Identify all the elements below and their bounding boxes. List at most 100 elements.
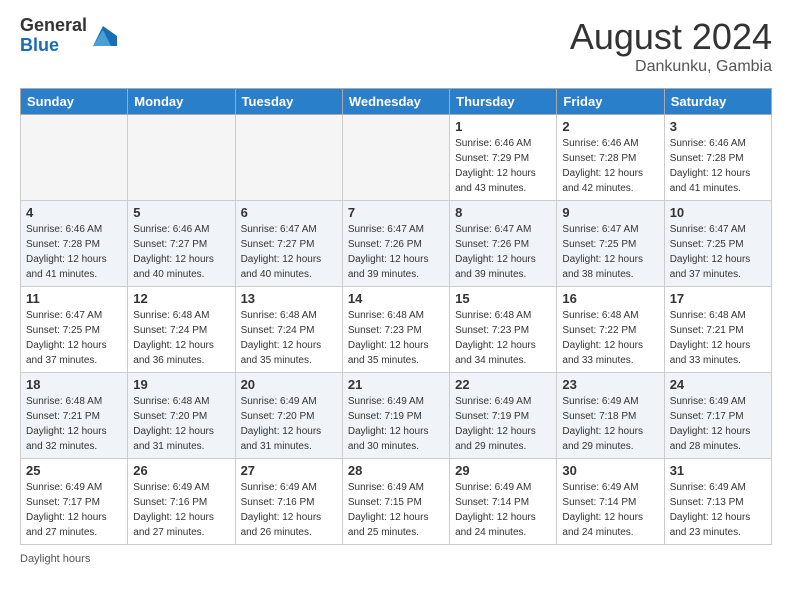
day-info: Sunrise: 6:47 AMSunset: 7:27 PMDaylight:… [241, 222, 337, 282]
calendar-week-4: 18 Sunrise: 6:48 AMSunset: 7:21 PMDayligh… [21, 373, 772, 459]
calendar-week-5: 25 Sunrise: 6:49 AMSunset: 7:17 PMDayligh… [21, 459, 772, 545]
day-info: Sunrise: 6:49 AMSunset: 7:17 PMDaylight:… [670, 394, 766, 454]
month-title: August 2024 [570, 16, 772, 58]
logo-blue: Blue [20, 35, 59, 55]
day-number: 9 [562, 205, 658, 220]
day-info: Sunrise: 6:46 AMSunset: 7:29 PMDaylight:… [455, 136, 551, 196]
calendar-cell: 28 Sunrise: 6:49 AMSunset: 7:15 PMDayligh… [342, 459, 449, 545]
calendar-cell: 6 Sunrise: 6:47 AMSunset: 7:27 PMDaylight… [235, 201, 342, 287]
calendar-header-tuesday: Tuesday [235, 89, 342, 115]
calendar-cell: 24Sunrise: 6:49 AMSunset: 7:17 PMDayligh… [664, 373, 771, 459]
calendar-cell: 20 Sunrise: 6:49 AMSunset: 7:20 PMDayligh… [235, 373, 342, 459]
calendar-cell: 9 Sunrise: 6:47 AMSunset: 7:25 PMDaylight… [557, 201, 664, 287]
calendar-cell: 7Sunrise: 6:47 AMSunset: 7:26 PMDaylight… [342, 201, 449, 287]
footer: Daylight hours [20, 553, 772, 565]
day-info: Sunrise: 6:47 AMSunset: 7:26 PMDaylight:… [348, 222, 444, 282]
day-number: 16 [562, 291, 658, 306]
calendar-header-wednesday: Wednesday [342, 89, 449, 115]
calendar-cell: 8 Sunrise: 6:47 AMSunset: 7:26 PMDaylight… [450, 201, 557, 287]
calendar-cell [342, 115, 449, 201]
calendar-cell: 10 Sunrise: 6:47 AMSunset: 7:25 PMDayligh… [664, 201, 771, 287]
calendar-cell: 15 Sunrise: 6:48 AMSunset: 7:23 PMDayligh… [450, 287, 557, 373]
calendar-cell: 12 Sunrise: 6:48 AMSunset: 7:24 PMDayligh… [128, 287, 235, 373]
calendar: SundayMondayTuesdayWednesdayThursdayFrid… [20, 88, 772, 545]
calendar-cell: 29Sunrise: 6:49 AMSunset: 7:14 PMDayligh… [450, 459, 557, 545]
day-number: 30 [562, 463, 658, 478]
calendar-header-sunday: Sunday [21, 89, 128, 115]
calendar-cell: 31 Sunrise: 6:49 AMSunset: 7:13 PMDayligh… [664, 459, 771, 545]
day-info: Sunrise: 6:49 AMSunset: 7:19 PMDaylight:… [455, 394, 551, 454]
day-info: Sunrise: 6:49 AMSunset: 7:14 PMDaylight:… [562, 480, 658, 540]
calendar-week-2: 4 Sunrise: 6:46 AMSunset: 7:28 PMDaylight… [21, 201, 772, 287]
day-number: 26 [133, 463, 229, 478]
calendar-week-1: 1 Sunrise: 6:46 AMSunset: 7:29 PMDaylight… [21, 115, 772, 201]
calendar-header-friday: Friday [557, 89, 664, 115]
calendar-cell: 11Sunrise: 6:47 AMSunset: 7:25 PMDayligh… [21, 287, 128, 373]
day-number: 13 [241, 291, 337, 306]
day-number: 11 [26, 291, 122, 306]
day-info: Sunrise: 6:48 AMSunset: 7:20 PMDaylight:… [133, 394, 229, 454]
calendar-cell: 22 Sunrise: 6:49 AMSunset: 7:19 PMDayligh… [450, 373, 557, 459]
day-info: Sunrise: 6:48 AMSunset: 7:21 PMDaylight:… [26, 394, 122, 454]
calendar-header-monday: Monday [128, 89, 235, 115]
day-info: Sunrise: 6:47 AMSunset: 7:26 PMDaylight:… [455, 222, 551, 282]
day-info: Sunrise: 6:49 AMSunset: 7:16 PMDaylight:… [133, 480, 229, 540]
header: General Blue August 2024 Dankunku, Gambi… [20, 16, 772, 76]
calendar-cell: 5Sunrise: 6:46 AMSunset: 7:27 PMDaylight… [128, 201, 235, 287]
calendar-cell [128, 115, 235, 201]
day-number: 8 [455, 205, 551, 220]
day-info: Sunrise: 6:49 AMSunset: 7:15 PMDaylight:… [348, 480, 444, 540]
day-number: 18 [26, 377, 122, 392]
calendar-cell [235, 115, 342, 201]
day-number: 17 [670, 291, 766, 306]
day-number: 6 [241, 205, 337, 220]
day-number: 1 [455, 119, 551, 134]
day-number: 10 [670, 205, 766, 220]
calendar-cell: 2Sunrise: 6:46 AMSunset: 7:28 PMDaylight… [557, 115, 664, 201]
footer-label: Daylight hours [20, 553, 90, 565]
calendar-header-row: SundayMondayTuesdayWednesdayThursdayFrid… [21, 89, 772, 115]
day-number: 23 [562, 377, 658, 392]
day-info: Sunrise: 6:48 AMSunset: 7:24 PMDaylight:… [133, 308, 229, 368]
calendar-cell: 3Sunrise: 6:46 AMSunset: 7:28 PMDaylight… [664, 115, 771, 201]
calendar-cell: 16 Sunrise: 6:48 AMSunset: 7:22 PMDayligh… [557, 287, 664, 373]
day-number: 19 [133, 377, 229, 392]
calendar-cell: 27Sunrise: 6:49 AMSunset: 7:16 PMDayligh… [235, 459, 342, 545]
day-info: Sunrise: 6:49 AMSunset: 7:20 PMDaylight:… [241, 394, 337, 454]
calendar-cell: 4 Sunrise: 6:46 AMSunset: 7:28 PMDaylight… [21, 201, 128, 287]
day-info: Sunrise: 6:48 AMSunset: 7:22 PMDaylight:… [562, 308, 658, 368]
calendar-week-3: 11Sunrise: 6:47 AMSunset: 7:25 PMDayligh… [21, 287, 772, 373]
day-number: 22 [455, 377, 551, 392]
day-number: 12 [133, 291, 229, 306]
location: Dankunku, Gambia [570, 58, 772, 76]
calendar-cell: 13 Sunrise: 6:48 AMSunset: 7:24 PMDayligh… [235, 287, 342, 373]
calendar-cell: 18 Sunrise: 6:48 AMSunset: 7:21 PMDayligh… [21, 373, 128, 459]
day-number: 25 [26, 463, 122, 478]
day-number: 31 [670, 463, 766, 478]
logo: General Blue [20, 16, 117, 56]
calendar-cell: 19 Sunrise: 6:48 AMSunset: 7:20 PMDayligh… [128, 373, 235, 459]
day-number: 28 [348, 463, 444, 478]
logo-general: General [20, 15, 87, 35]
day-info: Sunrise: 6:49 AMSunset: 7:14 PMDaylight:… [455, 480, 551, 540]
day-info: Sunrise: 6:46 AMSunset: 7:28 PMDaylight:… [562, 136, 658, 196]
day-info: Sunrise: 6:48 AMSunset: 7:24 PMDaylight:… [241, 308, 337, 368]
day-info: Sunrise: 6:47 AMSunset: 7:25 PMDaylight:… [562, 222, 658, 282]
day-info: Sunrise: 6:49 AMSunset: 7:17 PMDaylight:… [26, 480, 122, 540]
day-number: 15 [455, 291, 551, 306]
calendar-cell: 23Sunrise: 6:49 AMSunset: 7:18 PMDayligh… [557, 373, 664, 459]
day-number: 20 [241, 377, 337, 392]
calendar-header-thursday: Thursday [450, 89, 557, 115]
day-info: Sunrise: 6:48 AMSunset: 7:23 PMDaylight:… [455, 308, 551, 368]
day-info: Sunrise: 6:46 AMSunset: 7:28 PMDaylight:… [26, 222, 122, 282]
calendar-cell: 25 Sunrise: 6:49 AMSunset: 7:17 PMDayligh… [21, 459, 128, 545]
day-number: 4 [26, 205, 122, 220]
calendar-cell [21, 115, 128, 201]
calendar-cell: 1 Sunrise: 6:46 AMSunset: 7:29 PMDaylight… [450, 115, 557, 201]
day-info: Sunrise: 6:47 AMSunset: 7:25 PMDaylight:… [670, 222, 766, 282]
day-info: Sunrise: 6:49 AMSunset: 7:16 PMDaylight:… [241, 480, 337, 540]
day-info: Sunrise: 6:49 AMSunset: 7:13 PMDaylight:… [670, 480, 766, 540]
day-info: Sunrise: 6:48 AMSunset: 7:23 PMDaylight:… [348, 308, 444, 368]
calendar-cell: 30 Sunrise: 6:49 AMSunset: 7:14 PMDayligh… [557, 459, 664, 545]
day-info: Sunrise: 6:46 AMSunset: 7:27 PMDaylight:… [133, 222, 229, 282]
